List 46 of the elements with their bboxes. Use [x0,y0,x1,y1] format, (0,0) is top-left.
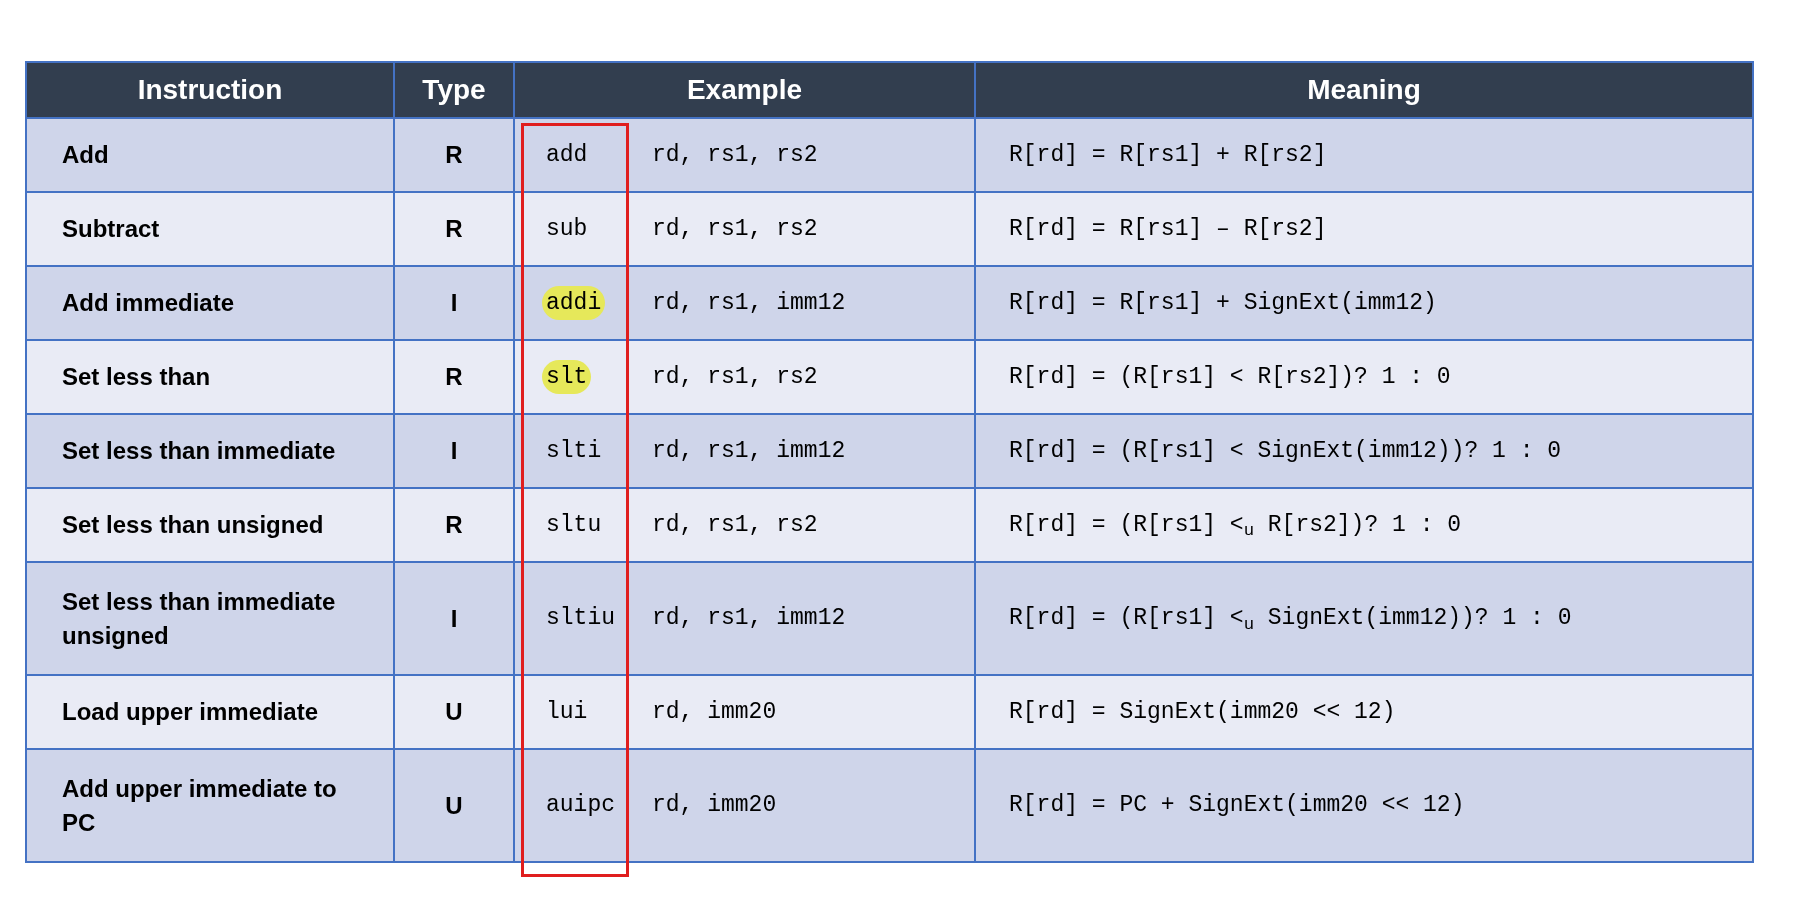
meaning-formula: R[rd] = (R[rs1] < R[rs2])? 1 : 0 [1009,362,1451,392]
mnemonic: lui [546,697,589,727]
column-header: Meaning [1306,73,1422,107]
mnemonic: addi [542,285,606,321]
instruction-name: Set less than unsigned [62,510,324,540]
instruction-type: U [445,790,463,821]
meaning-formula: R[rd] = R[rs1] – R[rs2] [1009,214,1327,244]
mnemonic: sub [546,214,589,244]
meaning-formula: R[rd] = R[rs1] + R[rs2] [1009,140,1327,170]
instruction-name: Load upper immediate [62,697,319,727]
meaning-formula: R[rd] = PC + SignExt(imm20 << 12) [1009,791,1465,821]
operands: rd, rs1, rs2 [652,510,818,540]
meaning-formula: R[rd] = (R[rs1] < SignExt(imm12))? 1 : 0 [1009,436,1562,466]
mnemonic: slti [546,436,603,466]
instruction-type: U [445,697,463,727]
instruction-name: Add upper immediate to PC [62,773,338,838]
instruction-name: Subtract [62,214,160,244]
operands: rd, rs1, imm12 [652,288,846,318]
operands: rd, imm20 [652,697,777,727]
instruction-type: I [450,603,458,634]
mnemonic: add [546,140,589,170]
instruction-type: R [445,510,463,540]
instruction-type: I [450,436,458,466]
meaning-formula: R[rd] = SignExt(imm20 << 12) [1009,697,1396,727]
instruction-name: Set less than immediate [62,436,336,466]
instruction-name: Set less than immediate unsigned [62,586,337,651]
instruction-name: Set less than [62,362,211,392]
instruction-type: R [445,214,463,244]
mnemonic: auipc [546,791,616,821]
mnemonic: sltiu [546,604,616,634]
instruction-name: Add [62,140,109,170]
instruction-type: R [445,362,463,392]
operands: rd, rs1, imm12 [652,436,846,466]
instruction-type: R [445,140,463,170]
operands: rd, rs1, rs2 [652,362,818,392]
meaning-formula: R[rd] = (R[rs1] <$_{u}$ SignExt(imm12))? 1 : 0 [1009,604,1572,636]
instruction-type: I [450,288,458,318]
mnemonic: slt [542,359,592,395]
instruction-name: Add immediate [62,288,235,318]
mnemonic: sltu [546,510,603,540]
operands: rd, rs1, rs2 [652,140,818,170]
meaning-formula: R[rd] = (R[rs1] <$_{u}$ R[rs2])? 1 : 0 [1009,510,1462,543]
operands: rd, imm20 [652,791,777,821]
operands: rd, rs1, imm12 [652,604,846,634]
operands: rd, rs1, rs2 [652,214,818,244]
meaning-formula: R[rd] = R[rs1] + SignExt(imm12) [1009,288,1437,318]
